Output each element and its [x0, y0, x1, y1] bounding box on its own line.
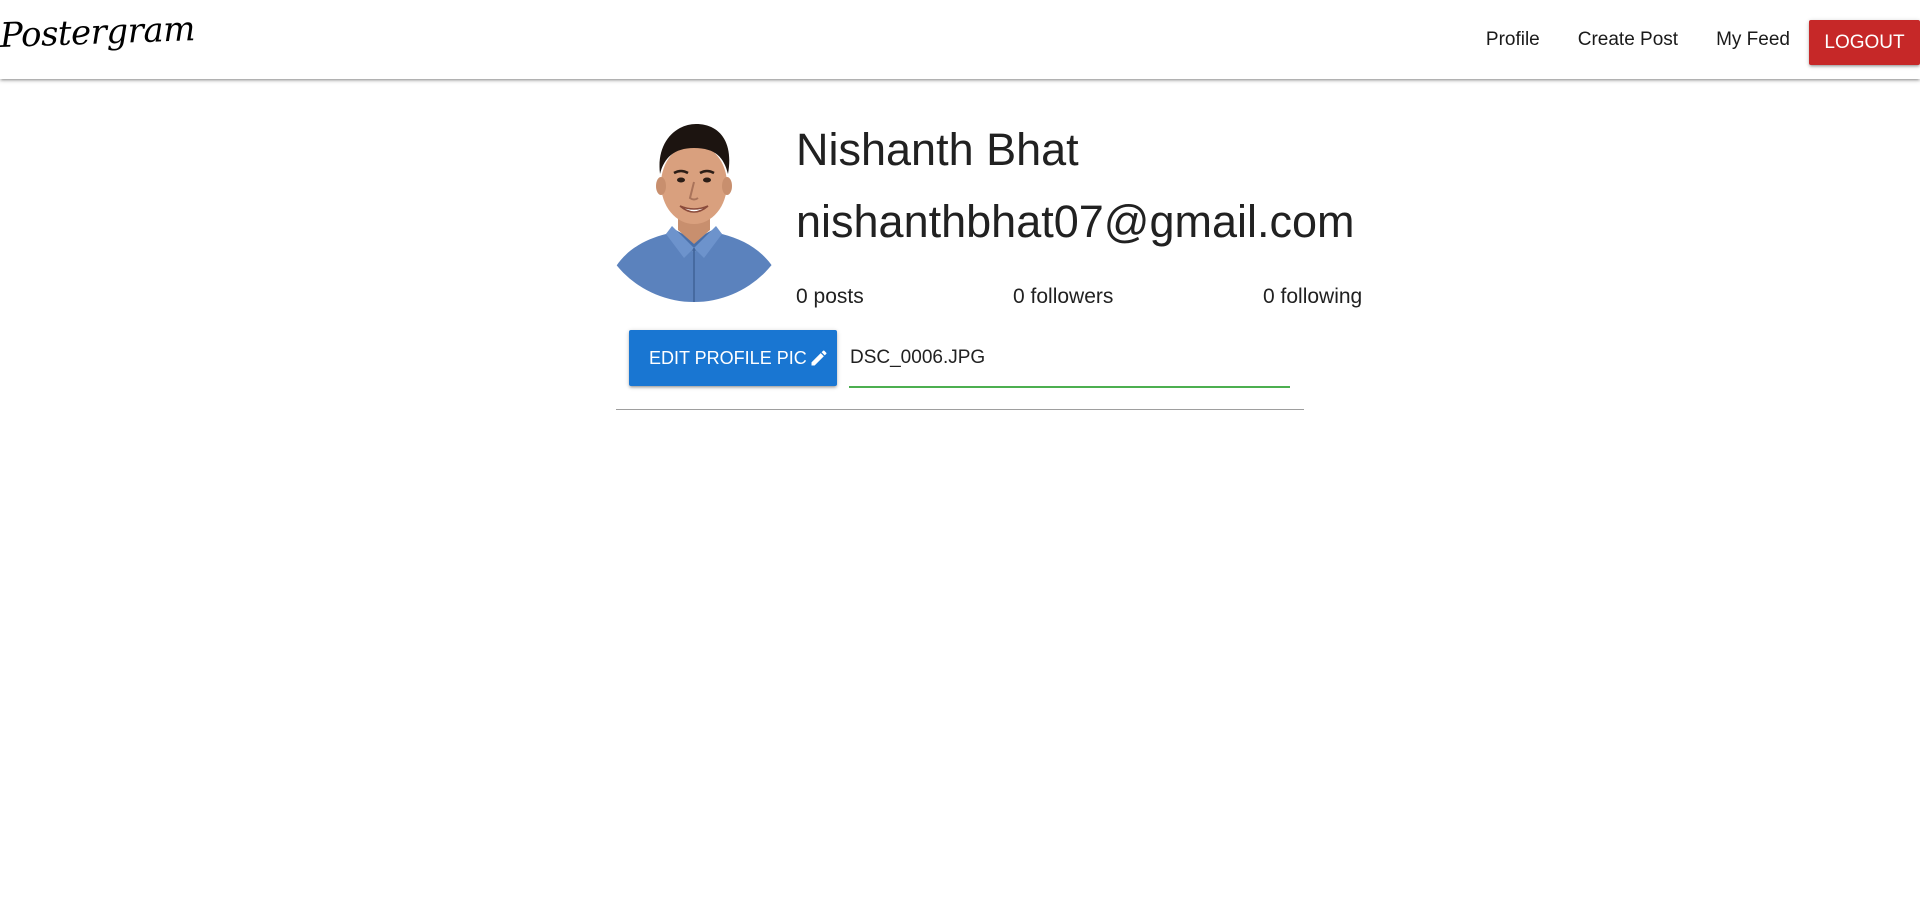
edit-button-label: EDIT PROFILE PIC [649, 347, 807, 368]
pencil-icon [809, 348, 829, 368]
following-count[interactable]: 0 following [1263, 285, 1362, 309]
top-navbar: Postergram Profile Create Post My Feed L… [0, 0, 1920, 79]
followers-count[interactable]: 0 followers [1013, 285, 1113, 309]
logout-button[interactable]: LOGOUT [1809, 20, 1920, 65]
nav-links: Profile Create Post My Feed LOGOUT [1467, 0, 1920, 79]
profile-info: Nishanth Bhat nishanthbhat07@gmail.com [796, 127, 1355, 244]
nav-link-my-feed[interactable]: My Feed [1697, 29, 1809, 51]
avatar [594, 102, 794, 302]
edit-profile-pic-row: EDIT PROFILE PIC [629, 330, 1309, 390]
edit-profile-pic-button[interactable]: EDIT PROFILE PIC [629, 330, 837, 386]
posts-count: 0 posts [796, 285, 864, 308]
profile-email: nishanthbhat07@gmail.com [796, 196, 1355, 247]
nav-link-profile[interactable]: Profile [1467, 29, 1559, 51]
file-path-input[interactable] [849, 330, 1290, 388]
profile-photo [594, 102, 794, 302]
profile-name: Nishanth Bhat [796, 124, 1079, 175]
profile-divider [616, 409, 1304, 410]
nav-link-create-post[interactable]: Create Post [1559, 29, 1697, 51]
brand-logo[interactable]: Postergram [0, 9, 196, 56]
